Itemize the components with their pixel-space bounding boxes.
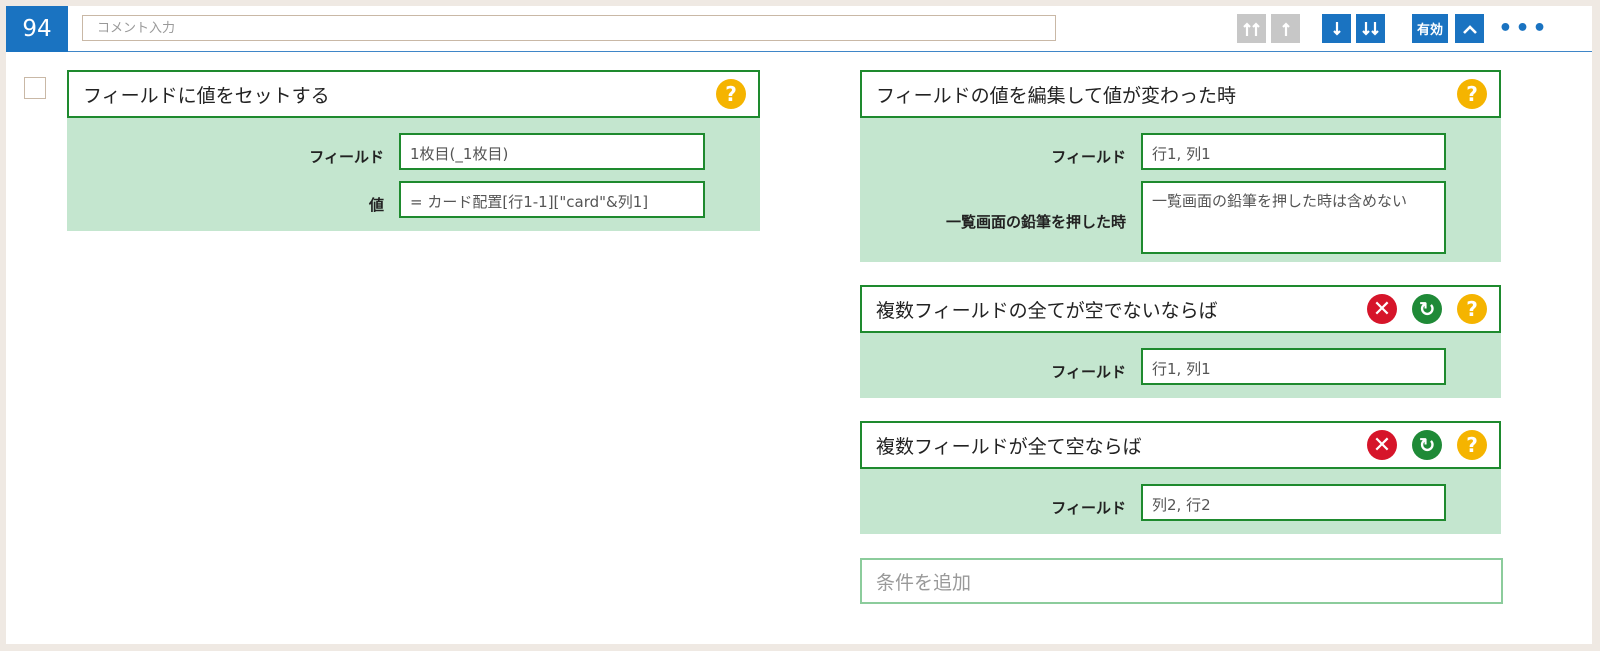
condition-block: 複数フィールドが全て空ならば ✕ ↻ ? フィールド 列2, 行2 (860, 421, 1501, 534)
delete-icon[interactable]: ✕ (1367, 294, 1397, 324)
rule-panel: 94 有効 ••• フィールドに値をセットする ? フィールド (6, 6, 1592, 644)
move-down-icon (1332, 21, 1341, 36)
action-title[interactable]: フィールドに値をセットする (67, 70, 760, 118)
move-top-button[interactable] (1237, 14, 1266, 43)
help-icon[interactable]: ? (1457, 294, 1487, 324)
field-value-input[interactable]: 行1, 列1 (1141, 133, 1446, 170)
help-icon[interactable]: ? (1457, 79, 1487, 109)
condition-title[interactable]: 複数フィールドが全て空ならば (860, 421, 1501, 469)
value-label: 値 (368, 196, 384, 214)
field-value-input[interactable]: 行1, 列1 (1141, 348, 1446, 385)
more-menu-button[interactable]: ••• (1498, 14, 1546, 43)
move-up-button[interactable] (1271, 14, 1300, 43)
field-label: フィールド (1051, 148, 1126, 166)
condition-title-text: フィールドの値を編集して値が変わった時 (876, 84, 1237, 107)
field-value-input[interactable]: 列2, 行2 (1141, 484, 1446, 521)
collapse-button[interactable] (1455, 14, 1484, 43)
field-label: フィールド (1051, 363, 1126, 381)
refresh-icon[interactable]: ↻ (1412, 294, 1442, 324)
field-label: フィールド (309, 148, 384, 166)
comment-input[interactable] (82, 15, 1056, 41)
field-value-input[interactable]: 1枚目(_1枚目) (399, 133, 705, 170)
condition-block: フィールドの値を編集して値が変わった時 ? フィールド 行1, 列1 一覧画面の… (860, 70, 1501, 262)
rule-select-checkbox[interactable] (24, 77, 46, 99)
help-icon[interactable]: ? (1457, 430, 1487, 460)
field-label: 一覧画面の鉛筆を押した時 (945, 213, 1126, 231)
move-up-icon (1281, 21, 1290, 36)
rule-number: 94 (6, 6, 68, 52)
action-block: フィールドに値をセットする ? フィールド 1枚目(_1枚目) 値 = カード配… (67, 70, 760, 231)
move-bottom-icon (1361, 21, 1379, 36)
move-top-icon (1242, 21, 1260, 36)
field-label: フィールド (1051, 499, 1126, 517)
delete-icon[interactable]: ✕ (1367, 430, 1397, 460)
help-icon[interactable]: ? (716, 79, 746, 109)
enabled-toggle-button[interactable]: 有効 (1412, 14, 1448, 43)
condition-block: 複数フィールドの全てが空でないならば ✕ ↻ ? フィールド 行1, 列1 (860, 285, 1501, 398)
condition-title[interactable]: フィールドの値を編集して値が変わった時 (860, 70, 1501, 118)
pencil-option-select[interactable]: 一覧画面の鉛筆を押した時は含めない (1141, 181, 1446, 254)
header-divider (68, 51, 1592, 52)
move-bottom-button[interactable] (1356, 14, 1385, 43)
value-input[interactable]: = カード配置[行1-1]["card"&列1] (399, 181, 705, 218)
action-title-text: フィールドに値をセットする (83, 84, 330, 107)
refresh-icon[interactable]: ↻ (1412, 430, 1442, 460)
condition-title-text: 複数フィールドの全てが空でないならば (876, 299, 1218, 322)
add-condition-input[interactable]: 条件を追加 (860, 558, 1503, 604)
condition-title-text: 複数フィールドが全て空ならば (876, 435, 1142, 458)
chevron-up-icon (1462, 24, 1477, 34)
move-down-button[interactable] (1322, 14, 1351, 43)
condition-title[interactable]: 複数フィールドの全てが空でないならば (860, 285, 1501, 333)
